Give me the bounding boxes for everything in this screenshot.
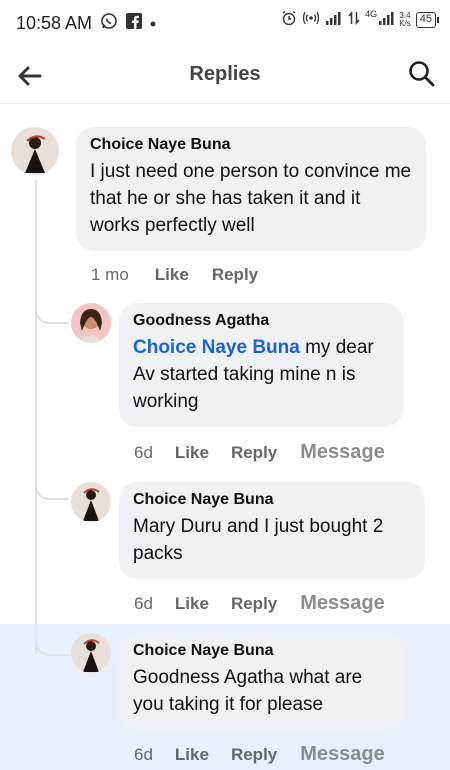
like-button[interactable]: Like (155, 265, 189, 285)
whatsapp-icon (100, 12, 118, 35)
search-icon (406, 61, 438, 94)
signal-bars-icon (325, 11, 343, 28)
comment-text: Mary Duru and I just bought 2 packs (133, 516, 384, 564)
message-button[interactable]: Message (300, 743, 385, 766)
comment-author[interactable]: Choice Naye Buna (90, 136, 412, 154)
avatar[interactable] (71, 482, 111, 522)
comment-time: 1 mo (91, 265, 129, 284)
data-transfer-icon (348, 10, 360, 28)
reply-button[interactable]: Reply (231, 443, 277, 463)
avatar[interactable] (11, 127, 59, 175)
comment-bubble: Choice Naye Buna I just need one person … (76, 127, 426, 251)
message-button[interactable]: Message (300, 592, 385, 615)
like-button[interactable]: Like (175, 745, 209, 765)
thread-branch (35, 466, 69, 500)
facebook-icon (126, 12, 143, 34)
comment-bubble: Choice Naye Buna Goodness Agatha what ar… (119, 633, 405, 730)
avatar[interactable] (71, 303, 111, 343)
comment-time: 6d (134, 594, 153, 613)
message-button[interactable]: Message (300, 441, 385, 464)
hotspot-icon (302, 11, 320, 28)
comment-text: Goodness Agatha what are you taking it f… (133, 667, 363, 715)
comment-time: 6d (134, 745, 153, 764)
comment-actions: 6d Like Reply Message (134, 441, 385, 464)
battery-indicator: 45 (415, 11, 440, 28)
comment-author[interactable]: Choice Naye Buna (133, 642, 391, 660)
reply-button[interactable]: Reply (231, 594, 277, 614)
status-time: 10:58 AM (16, 12, 93, 33)
comment-author[interactable]: Choice Naye Buna (133, 491, 411, 509)
network-type: 4G (365, 8, 378, 19)
comment-author[interactable]: Goodness Agatha (133, 312, 389, 330)
like-button[interactable]: Like (175, 594, 209, 614)
comment-bubble: Choice Naye Buna Mary Duru and I just bo… (119, 482, 425, 579)
thread-branch (35, 290, 69, 324)
reply-button[interactable]: Reply (212, 265, 258, 285)
comment-bubble: Goodness Agatha Choice Naye Buna my dear… (119, 303, 403, 427)
comment-thread: Choice Naye Buna I just need one person … (0, 104, 450, 770)
comment-text: I just need one person to convince me th… (90, 161, 412, 236)
page-title: Replies (189, 63, 261, 85)
header: Replies (0, 46, 450, 104)
mention-link[interactable]: Choice Naye Buna (133, 337, 300, 358)
thread-line (35, 180, 37, 654)
signal-bars-4g-icon (378, 11, 394, 28)
comment-actions: 6d Like Reply Message (134, 743, 385, 766)
notification-dot-icon (150, 14, 156, 32)
comment-time: 6d (134, 443, 153, 462)
thread-branch (35, 622, 69, 656)
avatar[interactable] (71, 633, 111, 673)
comment-text: Choice Naye Buna my dear Av started taki… (133, 337, 374, 412)
reply-button[interactable]: Reply (231, 745, 277, 765)
search-button[interactable] (406, 58, 438, 90)
alarm-icon (281, 10, 297, 29)
like-button[interactable]: Like (175, 443, 209, 463)
comment-actions: 1 mo Like Reply (91, 265, 258, 285)
status-bar: 10:58 AM 4G 3.4 K/s 45 (0, 0, 450, 46)
comment-actions: 6d Like Reply Message (134, 592, 385, 615)
network-speed: 3.4 K/s (399, 10, 411, 28)
